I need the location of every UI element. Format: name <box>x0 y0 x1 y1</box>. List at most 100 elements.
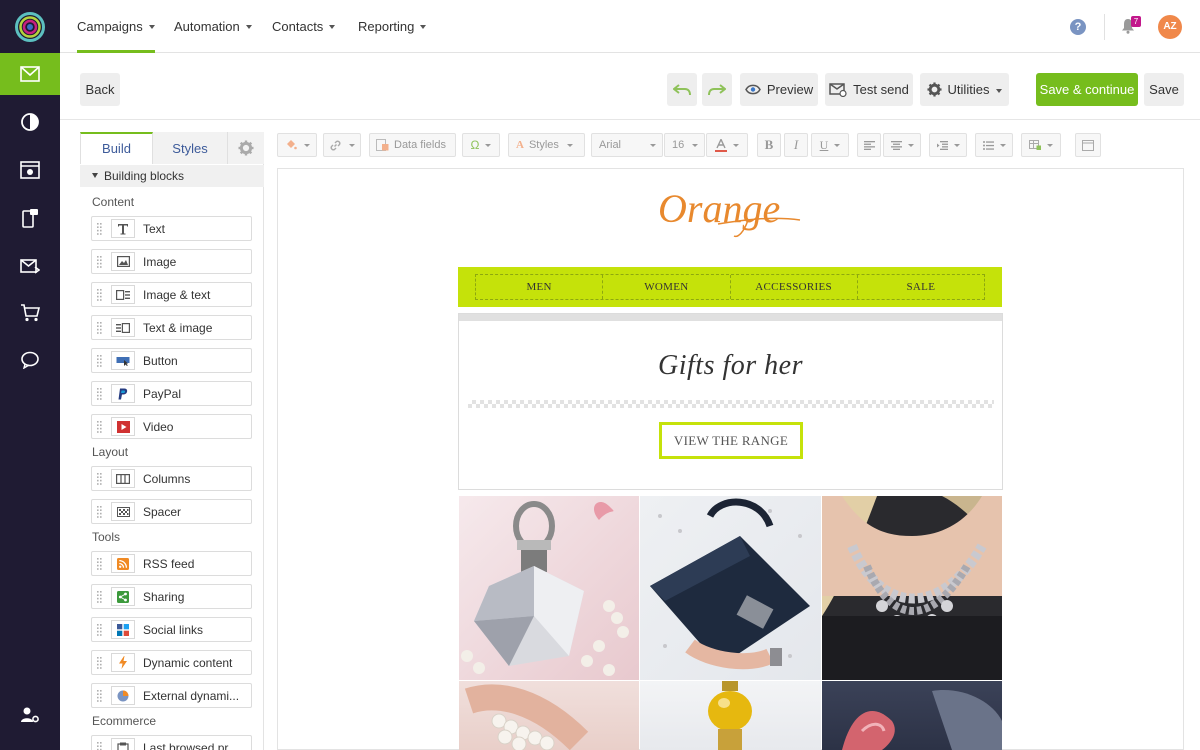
block-image[interactable]: Image <box>91 249 252 274</box>
hero-block[interactable]: Gifts for her VIEW THE RANGE <box>458 313 1003 490</box>
block-columns[interactable]: Columns <box>91 466 252 491</box>
nav-automation-label: Automation <box>174 19 240 34</box>
necklace-photo[interactable] <box>822 496 1002 680</box>
block-spacer[interactable]: Spacer <box>91 499 252 524</box>
drag-handle-icon[interactable] <box>97 256 102 268</box>
block-last-browsed[interactable]: Last browsed pr... <box>91 735 252 750</box>
block-button[interactable]: Button <box>91 348 252 373</box>
perfume-photo[interactable] <box>459 496 639 680</box>
tab-settings[interactable] <box>227 132 264 164</box>
block-text-image[interactable]: Text & image <box>91 315 252 340</box>
hero-top-bar <box>459 314 1002 321</box>
shoes-photo[interactable] <box>822 681 1002 750</box>
drag-handle-icon[interactable] <box>97 624 102 636</box>
rail-social[interactable] <box>0 339 60 381</box>
font-family-select[interactable]: Arial <box>591 133 663 157</box>
underline-tool[interactable]: U <box>811 133 849 157</box>
indent-tool[interactable] <box>929 133 967 157</box>
block-rss-feed[interactable]: RSS feed <box>91 551 252 576</box>
drag-handle-icon[interactable] <box>97 223 102 235</box>
handbag-photo[interactable] <box>640 496 821 680</box>
bold-button[interactable]: B <box>757 133 781 157</box>
action-bar: Back Preview Test send Utilities Save & … <box>60 54 1200 120</box>
shopping-cart-icon <box>21 304 40 322</box>
rail-ecommerce[interactable] <box>0 292 60 334</box>
drag-handle-icon[interactable] <box>97 657 102 669</box>
drag-handle-icon[interactable] <box>97 591 102 603</box>
tab-styles[interactable]: Styles <box>153 132 227 164</box>
block-image-text[interactable]: Image & text <box>91 282 252 307</box>
link-tool[interactable] <box>323 133 361 157</box>
email-menu-accessories[interactable]: ACCESSORIES <box>731 275 858 299</box>
orange-logo-icon[interactable]: Orange <box>652 180 804 242</box>
list-tool[interactable] <box>975 133 1013 157</box>
align-left-button[interactable] <box>857 133 881 157</box>
drag-handle-icon[interactable] <box>97 690 102 702</box>
block-text-label: Text <box>143 222 166 236</box>
avatar[interactable]: AZ <box>1158 15 1182 39</box>
nav-reporting[interactable]: Reporting <box>358 0 427 53</box>
block-video[interactable]: Video <box>91 414 252 439</box>
nav-contacts[interactable]: Contacts <box>272 0 336 53</box>
drag-handle-icon[interactable] <box>97 355 102 367</box>
block-text-image-label: Text & image <box>143 321 213 335</box>
block-social-links[interactable]: Social links <box>91 617 252 642</box>
test-send-button[interactable]: Test send <box>825 73 913 106</box>
save-button[interactable]: Save <box>1144 73 1184 106</box>
rail-pages[interactable] <box>0 149 60 191</box>
block-paypal[interactable]: PayPal <box>91 381 252 406</box>
block-text[interactable]: Text <box>91 216 252 241</box>
drag-handle-icon[interactable] <box>97 558 102 570</box>
redo-icon <box>708 83 726 95</box>
rail-mail-automation[interactable] <box>0 245 60 287</box>
nav-campaigns[interactable]: Campaigns <box>77 0 155 53</box>
building-blocks-header[interactable]: Building blocks <box>80 165 264 187</box>
app-logo-icon[interactable] <box>15 12 45 42</box>
save-and-continue-button[interactable]: Save & continue <box>1036 73 1138 106</box>
italic-button[interactable]: I <box>784 133 808 157</box>
block-sharing-label: Sharing <box>143 590 185 604</box>
email-menu-sale[interactable]: SALE <box>858 275 984 299</box>
align-center-tool[interactable] <box>883 133 921 157</box>
email-menu-men[interactable]: MEN <box>476 275 604 299</box>
help-icon[interactable]: ? <box>1070 19 1086 35</box>
utilities-button[interactable]: Utilities <box>920 73 1009 106</box>
view-range-button[interactable]: VIEW THE RANGE <box>659 422 803 459</box>
drag-handle-icon[interactable] <box>97 742 102 750</box>
drag-handle-icon[interactable] <box>97 388 102 400</box>
special-chars-tool[interactable]: Ω <box>462 133 500 157</box>
drag-handle-icon[interactable] <box>97 473 102 485</box>
drag-handle-icon[interactable] <box>97 322 102 334</box>
rail-user-settings[interactable] <box>0 694 60 736</box>
block-spacer-label: Spacer <box>143 505 182 519</box>
drag-handle-icon[interactable] <box>97 506 102 518</box>
undo-button[interactable] <box>667 73 697 106</box>
text-color-tool[interactable] <box>277 133 317 157</box>
table-tool[interactable] <box>1021 133 1061 157</box>
preview-button[interactable]: Preview <box>740 73 818 106</box>
rail-sms[interactable] <box>0 197 60 239</box>
back-button[interactable]: Back <box>80 73 120 106</box>
rail-reports[interactable] <box>0 101 60 143</box>
drag-handle-icon[interactable] <box>97 421 102 433</box>
block-dynamic-content[interactable]: Dynamic content <box>91 650 252 675</box>
rail-campaigns[interactable] <box>0 53 60 95</box>
hero-headline[interactable]: Gifts for her <box>459 350 1002 382</box>
font-size-select[interactable]: 16 <box>664 133 705 157</box>
chevron-down-icon <box>834 143 841 147</box>
email-menu-women[interactable]: WOMEN <box>603 275 731 299</box>
tab-build[interactable]: Build <box>80 132 153 164</box>
drag-handle-icon[interactable] <box>97 289 102 301</box>
yellow-perfume-photo[interactable] <box>640 681 821 750</box>
font-color-tool[interactable] <box>706 133 748 157</box>
pearls-photo[interactable] <box>459 681 639 750</box>
block-external-dynamic[interactable]: External dynami... <box>91 683 252 708</box>
data-fields-tool[interactable]: Data fields <box>369 133 456 157</box>
source-view-button[interactable] <box>1075 133 1101 157</box>
block-sharing[interactable]: Sharing <box>91 584 252 609</box>
redo-button[interactable] <box>702 73 732 106</box>
styles-tool[interactable]: A Styles <box>508 133 585 157</box>
nav-automation[interactable]: Automation <box>174 0 252 53</box>
left-rail <box>0 0 60 750</box>
email-menu-bar[interactable]: MEN WOMEN ACCESSORIES SALE <box>458 267 1002 307</box>
